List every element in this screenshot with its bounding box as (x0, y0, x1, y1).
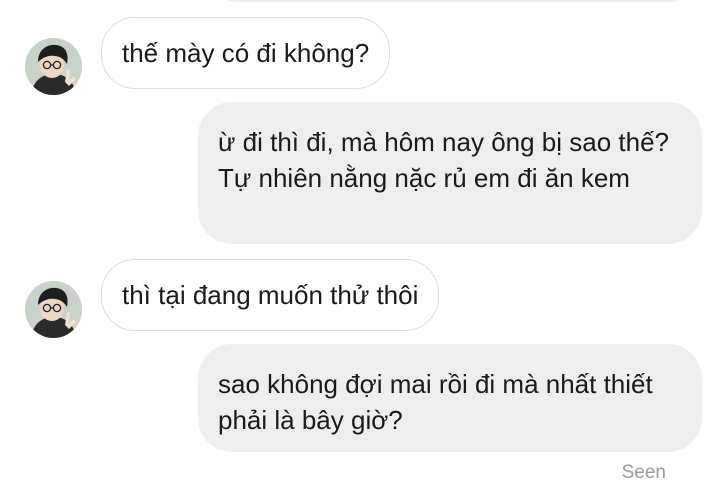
incoming-message-bubble[interactable]: thì tại đang muốn thử thôi (101, 259, 440, 331)
avatar-photo-icon (25, 281, 82, 338)
message-text: thì tại đang muốn thử thôi (122, 280, 419, 310)
message-text: ừ đi thì đi, mà hôm nay ông bị sao thế? … (218, 127, 670, 193)
seen-status: Seen (621, 462, 666, 483)
outgoing-message-bubble[interactable]: ừ đi thì đi, mà hôm nay ông bị sao thế? … (198, 102, 702, 244)
incoming-message-bubble[interactable]: thế mày có đi không? (101, 17, 391, 89)
previous-message-bubble-edge (214, 0, 692, 2)
contact-avatar[interactable] (25, 281, 82, 338)
avatar-photo-icon (25, 38, 82, 95)
outgoing-message-bubble[interactable]: sao không đợi mai rồi đi mà nhất thiết p… (198, 344, 702, 452)
message-text: sao không đợi mai rồi đi mà nhất thiết p… (218, 369, 653, 435)
contact-avatar[interactable] (25, 38, 82, 95)
message-text: thế mày có đi không? (122, 38, 370, 68)
